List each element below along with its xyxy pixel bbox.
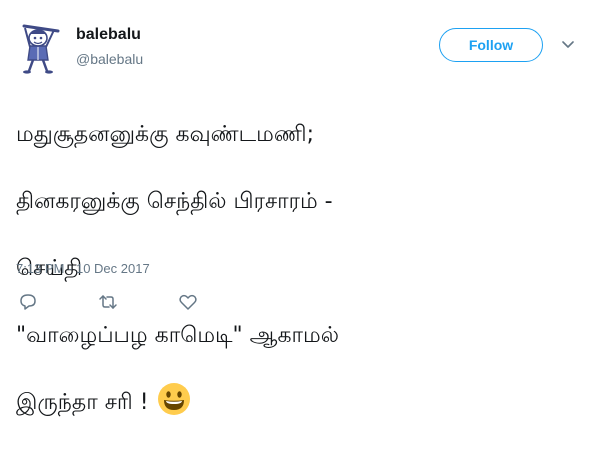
tweet-text-line: மதுசூதனனுக்கு கவுண்டமணி; [16,121,314,147]
avatar[interactable] [14,20,64,74]
tweet-card: balebalu @balebalu Follow மதுசூதனனுக்கு … [0,0,600,450]
avatar-image [22,24,60,74]
like-icon[interactable] [178,292,198,312]
chevron-down-icon[interactable] [562,40,574,50]
reply-icon[interactable] [18,292,38,312]
tweet-text-line-with-emoji: இருந்தா சரி ! [16,382,576,420]
tweet-text-line: "வாழைப்பழ காமெடி" ஆகாமல் [16,322,339,348]
tweet-text-line: இருந்தா சரி ! [16,389,149,415]
user-handle[interactable]: @balebalu [76,50,143,68]
user-info[interactable]: balebalu @balebalu [76,26,143,68]
tweet-timestamp[interactable]: 7:13 PM - 10 Dec 2017 [16,261,150,277]
display-name[interactable]: balebalu [76,26,143,44]
tweet-text-line: தினகரனுக்கு செந்தில் பிரசாரம் - [16,188,333,214]
retweet-icon[interactable] [98,292,118,312]
follow-button[interactable]: Follow [439,28,543,62]
grinning-face-emoji-icon [157,382,190,415]
